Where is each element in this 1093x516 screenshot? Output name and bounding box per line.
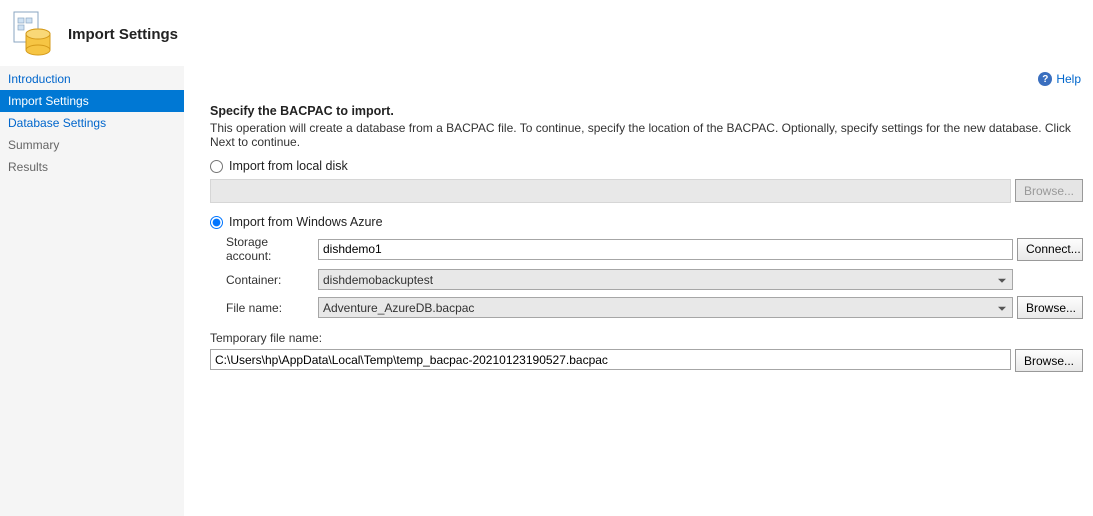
main-panel: ? Help Specify the BACPAC to import. Thi… bbox=[184, 66, 1093, 516]
browse-local-button: Browse... bbox=[1015, 179, 1083, 202]
page-title: Import Settings bbox=[68, 26, 178, 43]
section-description: This operation will create a database fr… bbox=[210, 121, 1083, 149]
sidebar-item-import-settings[interactable]: Import Settings bbox=[0, 90, 184, 112]
radio-import-local-label: Import from local disk bbox=[229, 159, 348, 173]
temp-filename-input[interactable] bbox=[210, 349, 1011, 370]
temp-filename-label: Temporary file name: bbox=[210, 331, 1083, 345]
sidebar-item-database-settings[interactable]: Database Settings bbox=[0, 112, 184, 134]
sidebar-item-summary[interactable]: Summary bbox=[0, 134, 184, 156]
header: Import Settings bbox=[0, 0, 1093, 66]
filename-value: Adventure_AzureDB.bacpac bbox=[323, 301, 474, 315]
sidebar-item-results[interactable]: Results bbox=[0, 156, 184, 178]
local-path-input bbox=[210, 179, 1011, 203]
browse-azure-button[interactable]: Browse... bbox=[1017, 296, 1083, 319]
browse-temp-button[interactable]: Browse... bbox=[1015, 349, 1083, 372]
connect-button[interactable]: Connect... bbox=[1017, 238, 1083, 261]
storage-account-input[interactable] bbox=[318, 239, 1013, 260]
storage-account-label: Storage account: bbox=[210, 235, 314, 263]
help-label: Help bbox=[1056, 72, 1081, 86]
radio-import-local[interactable]: Import from local disk bbox=[210, 159, 1083, 173]
filename-combo[interactable]: Adventure_AzureDB.bacpac bbox=[318, 297, 1013, 318]
help-icon: ? bbox=[1038, 72, 1052, 86]
radio-import-local-input[interactable] bbox=[210, 160, 223, 173]
sidebar-item-introduction[interactable]: Introduction bbox=[0, 68, 184, 90]
help-link[interactable]: ? Help bbox=[1038, 72, 1081, 86]
filename-label: File name: bbox=[210, 301, 314, 315]
radio-import-azure-input[interactable] bbox=[210, 216, 223, 229]
import-database-icon bbox=[8, 10, 56, 58]
section-heading: Specify the BACPAC to import. bbox=[210, 104, 1083, 118]
wizard-sidebar: Introduction Import Settings Database Se… bbox=[0, 66, 184, 516]
radio-import-azure-label: Import from Windows Azure bbox=[229, 215, 383, 229]
container-label: Container: bbox=[210, 273, 314, 287]
container-combo[interactable]: dishdemobackuptest bbox=[318, 269, 1013, 290]
radio-import-azure[interactable]: Import from Windows Azure bbox=[210, 215, 1083, 229]
container-value: dishdemobackuptest bbox=[323, 273, 433, 287]
